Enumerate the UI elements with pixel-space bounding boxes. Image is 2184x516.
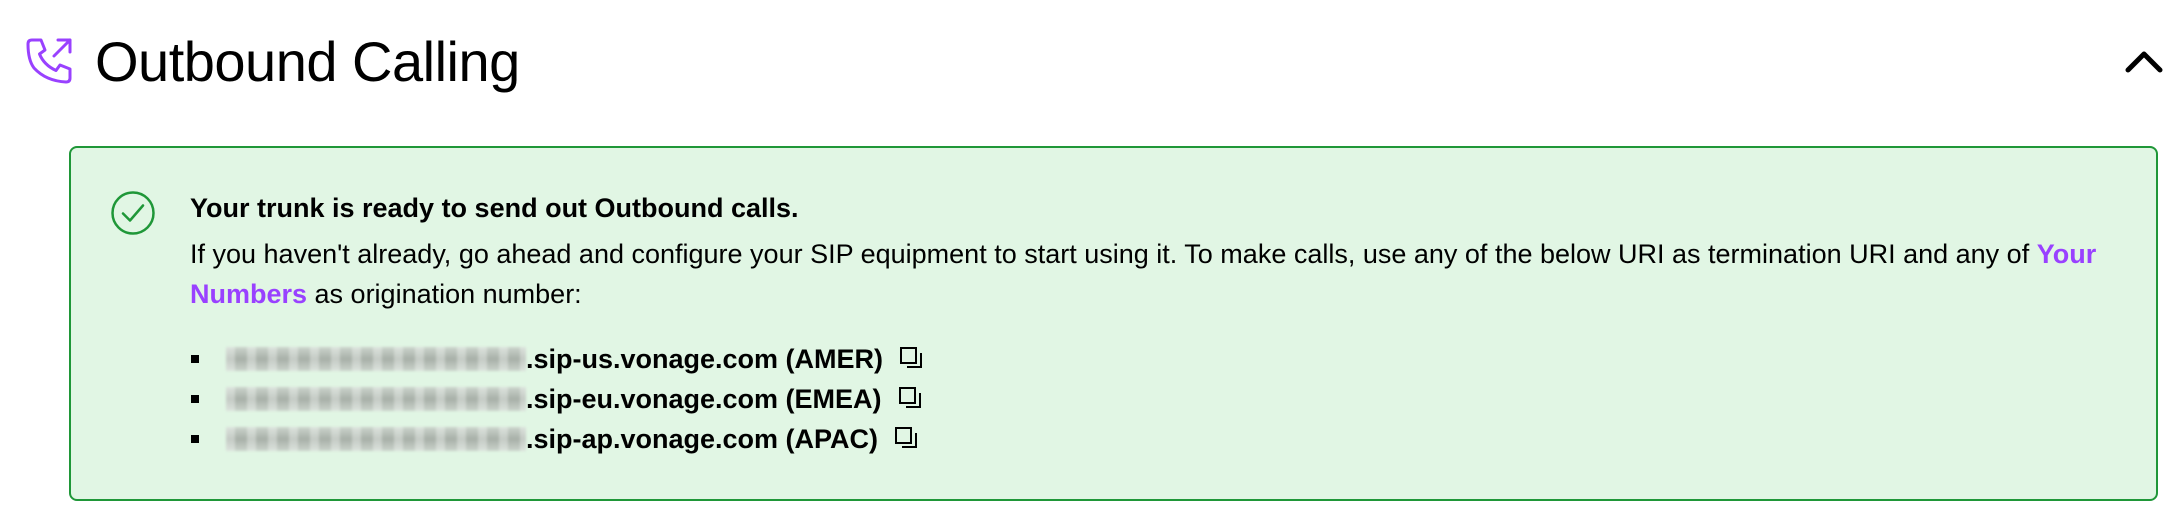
uri-item-apac: .sip-ap.vonage.com (APAC) — [190, 419, 2110, 459]
phone-outgoing-icon — [26, 38, 72, 84]
list-bullet — [191, 395, 199, 403]
uri-suffix: .sip-eu.vonage.com (EMEA) — [526, 383, 882, 414]
notice-text-before-link: If you haven't already, go ahead and con… — [190, 239, 2037, 269]
chevron-up-icon — [2125, 51, 2163, 73]
redacted-trunk-name — [226, 347, 526, 371]
copy-icon[interactable] — [894, 426, 920, 452]
list-bullet — [191, 355, 199, 363]
uri-list: .sip-us.vonage.com (AMER) .sip-eu.vonage… — [190, 339, 2110, 459]
notice-text-after-link: as origination number: — [307, 279, 582, 309]
copy-icon[interactable] — [899, 346, 925, 372]
copy-icon[interactable] — [898, 386, 924, 412]
uri-suffix: .sip-us.vonage.com (AMER) — [526, 343, 884, 374]
section-title: Outbound Calling — [95, 30, 520, 93]
redacted-trunk-name — [226, 427, 526, 451]
uri-suffix: .sip-ap.vonage.com (APAC) — [526, 423, 879, 454]
success-notice: Your trunk is ready to send out Outbound… — [69, 146, 2158, 501]
uri-item-amer: .sip-us.vonage.com (AMER) — [190, 339, 2110, 379]
notice-heading: Your trunk is ready to send out Outbound… — [190, 193, 799, 223]
notice-text: If you haven't already, go ahead and con… — [190, 234, 2110, 314]
uri-item-emea: .sip-eu.vonage.com (EMEA) — [190, 379, 2110, 419]
list-bullet — [191, 435, 199, 443]
check-circle-icon — [111, 191, 155, 235]
collapse-button[interactable] — [2120, 38, 2168, 86]
redacted-trunk-name — [226, 387, 526, 411]
notice-body: Your trunk is ready to send out Outbound… — [190, 188, 2110, 459]
section-header: Outbound Calling — [0, 0, 2184, 124]
